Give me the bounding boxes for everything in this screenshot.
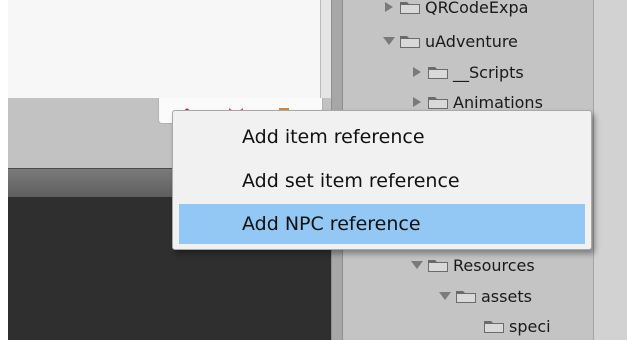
inspector-content [8, 0, 321, 98]
tree-item-label: Resources [453, 255, 535, 275]
expanded-arrow-icon[interactable] [381, 33, 397, 49]
folder-icon [455, 288, 477, 304]
tree-item-label: Animations [453, 92, 543, 112]
tree-item-label: uAdventure [425, 31, 518, 51]
folder-icon [399, 0, 421, 15]
folder-icon [427, 257, 449, 273]
menu-item-add-item-reference[interactable]: Add item reference [179, 117, 585, 157]
tree-row[interactable]: uAdventure [381, 29, 518, 53]
folder-icon [427, 64, 449, 80]
tree-row[interactable]: Resources [409, 253, 535, 277]
tree-item-label: speci [509, 316, 551, 336]
inspector-panel [8, 0, 331, 98]
expanded-arrow-icon[interactable] [437, 288, 453, 304]
folder-icon [483, 318, 505, 334]
menu-item-label: Add set item reference [242, 170, 460, 192]
folder-icon [399, 33, 421, 49]
tree-item-label: assets [481, 286, 532, 306]
collapsed-arrow-icon[interactable] [409, 94, 425, 110]
tree-row[interactable]: speci [481, 314, 551, 338]
collapsed-arrow-icon[interactable] [381, 0, 397, 15]
collapsed-arrow-icon[interactable] [409, 64, 425, 80]
menu-item-add-npc-reference[interactable]: Add NPC reference [179, 204, 585, 244]
tree-row[interactable]: QRCodeExpa [381, 0, 528, 19]
expanded-arrow-icon[interactable] [409, 257, 425, 273]
tree-item-label: __Scripts [453, 62, 524, 82]
tree-item-label: QRCodeExpa [425, 0, 529, 17]
context-menu: Add item reference Add set item referenc… [172, 110, 592, 250]
tree-row[interactable]: assets [437, 284, 532, 308]
menu-item-label: Add item reference [242, 126, 425, 148]
menu-item-label: Add NPC reference [242, 213, 421, 235]
tree-row[interactable]: __Scripts [409, 60, 524, 84]
scrollbar[interactable] [593, 0, 627, 340]
folder-icon [427, 94, 449, 110]
menu-item-add-set-item-reference[interactable]: Add set item reference [179, 161, 585, 201]
